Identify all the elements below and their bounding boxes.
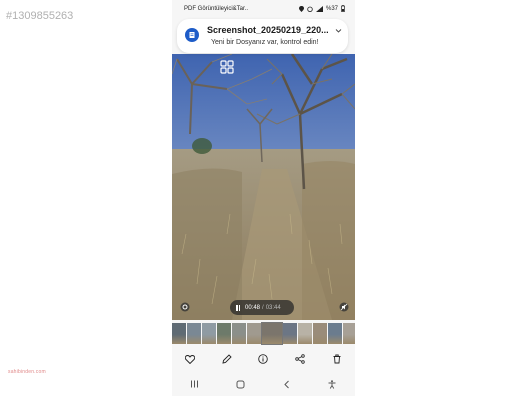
photo-view[interactable]: 00:48 / 03:44 bbox=[172, 54, 355, 320]
listing-id: #1309855263 bbox=[6, 10, 74, 22]
filmstrip-thumbnail[interactable] bbox=[217, 323, 231, 344]
status-indicators: %37 bbox=[298, 5, 345, 12]
mute-icon[interactable] bbox=[339, 302, 349, 312]
back-button[interactable] bbox=[278, 376, 294, 392]
filmstrip-thumbnail[interactable] bbox=[343, 323, 355, 344]
filmstrip-thumbnail[interactable] bbox=[202, 323, 216, 344]
home-button[interactable] bbox=[233, 376, 249, 392]
current-time: 00:48 bbox=[245, 304, 261, 311]
heart-icon bbox=[185, 354, 196, 364]
notification-body: Yeni bir Dosyanız var, kontrol edin! bbox=[211, 39, 319, 46]
filmstrip[interactable] bbox=[172, 322, 355, 345]
chevron-down-icon[interactable] bbox=[335, 28, 342, 34]
battery-percent: %37 bbox=[325, 5, 338, 12]
status-bar: PDF Görüntüleyici&Tar.. %37 bbox=[172, 0, 355, 16]
signal-icon bbox=[315, 5, 323, 12]
pause-icon[interactable] bbox=[236, 304, 240, 311]
accessibility-button[interactable] bbox=[324, 376, 340, 392]
notification-app-icon bbox=[185, 28, 199, 42]
filmstrip-thumbnail[interactable] bbox=[172, 323, 186, 344]
favorite-button[interactable] bbox=[182, 351, 198, 367]
filmstrip-thumbnail[interactable] bbox=[313, 323, 327, 344]
time-separator: / bbox=[262, 304, 264, 311]
notification-title: Screenshot_20250219_220... bbox=[207, 25, 329, 35]
filmstrip-thumbnail[interactable] bbox=[283, 323, 297, 344]
camera-icon[interactable] bbox=[180, 302, 190, 312]
scan-icon[interactable] bbox=[220, 60, 234, 74]
filmstrip-thumbnail[interactable] bbox=[298, 323, 312, 344]
back-icon bbox=[284, 380, 289, 388]
watermark: sahibinden.com bbox=[8, 369, 46, 375]
filmstrip-thumbnail[interactable] bbox=[187, 323, 201, 344]
share-button[interactable] bbox=[292, 351, 308, 367]
document-icon bbox=[189, 32, 195, 38]
filmstrip-thumbnail[interactable] bbox=[232, 323, 246, 344]
trash-icon bbox=[333, 354, 341, 364]
battery-icon bbox=[341, 5, 345, 12]
home-icon bbox=[236, 380, 245, 388]
video-player-controls[interactable]: 00:48 / 03:44 bbox=[230, 300, 294, 315]
delete-button[interactable] bbox=[329, 351, 345, 367]
details-button[interactable] bbox=[255, 351, 271, 367]
share-icon bbox=[295, 354, 305, 364]
filmstrip-thumbnail[interactable] bbox=[247, 323, 261, 344]
edit-button[interactable] bbox=[219, 351, 235, 367]
total-time: 03:44 bbox=[265, 304, 281, 311]
alarm-icon bbox=[307, 6, 313, 12]
pencil-icon bbox=[222, 354, 232, 364]
filmstrip-thumbnail[interactable] bbox=[261, 322, 283, 345]
recents-button[interactable] bbox=[187, 376, 203, 392]
info-icon bbox=[258, 354, 269, 364]
phone-screen: PDF Görüntüleyici&Tar.. %37 00:48 / 03:4… bbox=[172, 0, 355, 396]
location-icon bbox=[298, 5, 304, 12]
notification-card[interactable]: Screenshot_20250219_220... Yeni bir Dosy… bbox=[177, 19, 348, 53]
action-bar bbox=[172, 350, 355, 368]
status-app-name: PDF Görüntüleyici&Tar.. bbox=[184, 6, 249, 12]
recents-icon bbox=[191, 380, 199, 388]
system-nav-bar bbox=[172, 376, 355, 392]
orchard-photo bbox=[172, 54, 355, 320]
filmstrip-thumbnail[interactable] bbox=[328, 323, 342, 344]
accessibility-icon bbox=[328, 379, 336, 389]
